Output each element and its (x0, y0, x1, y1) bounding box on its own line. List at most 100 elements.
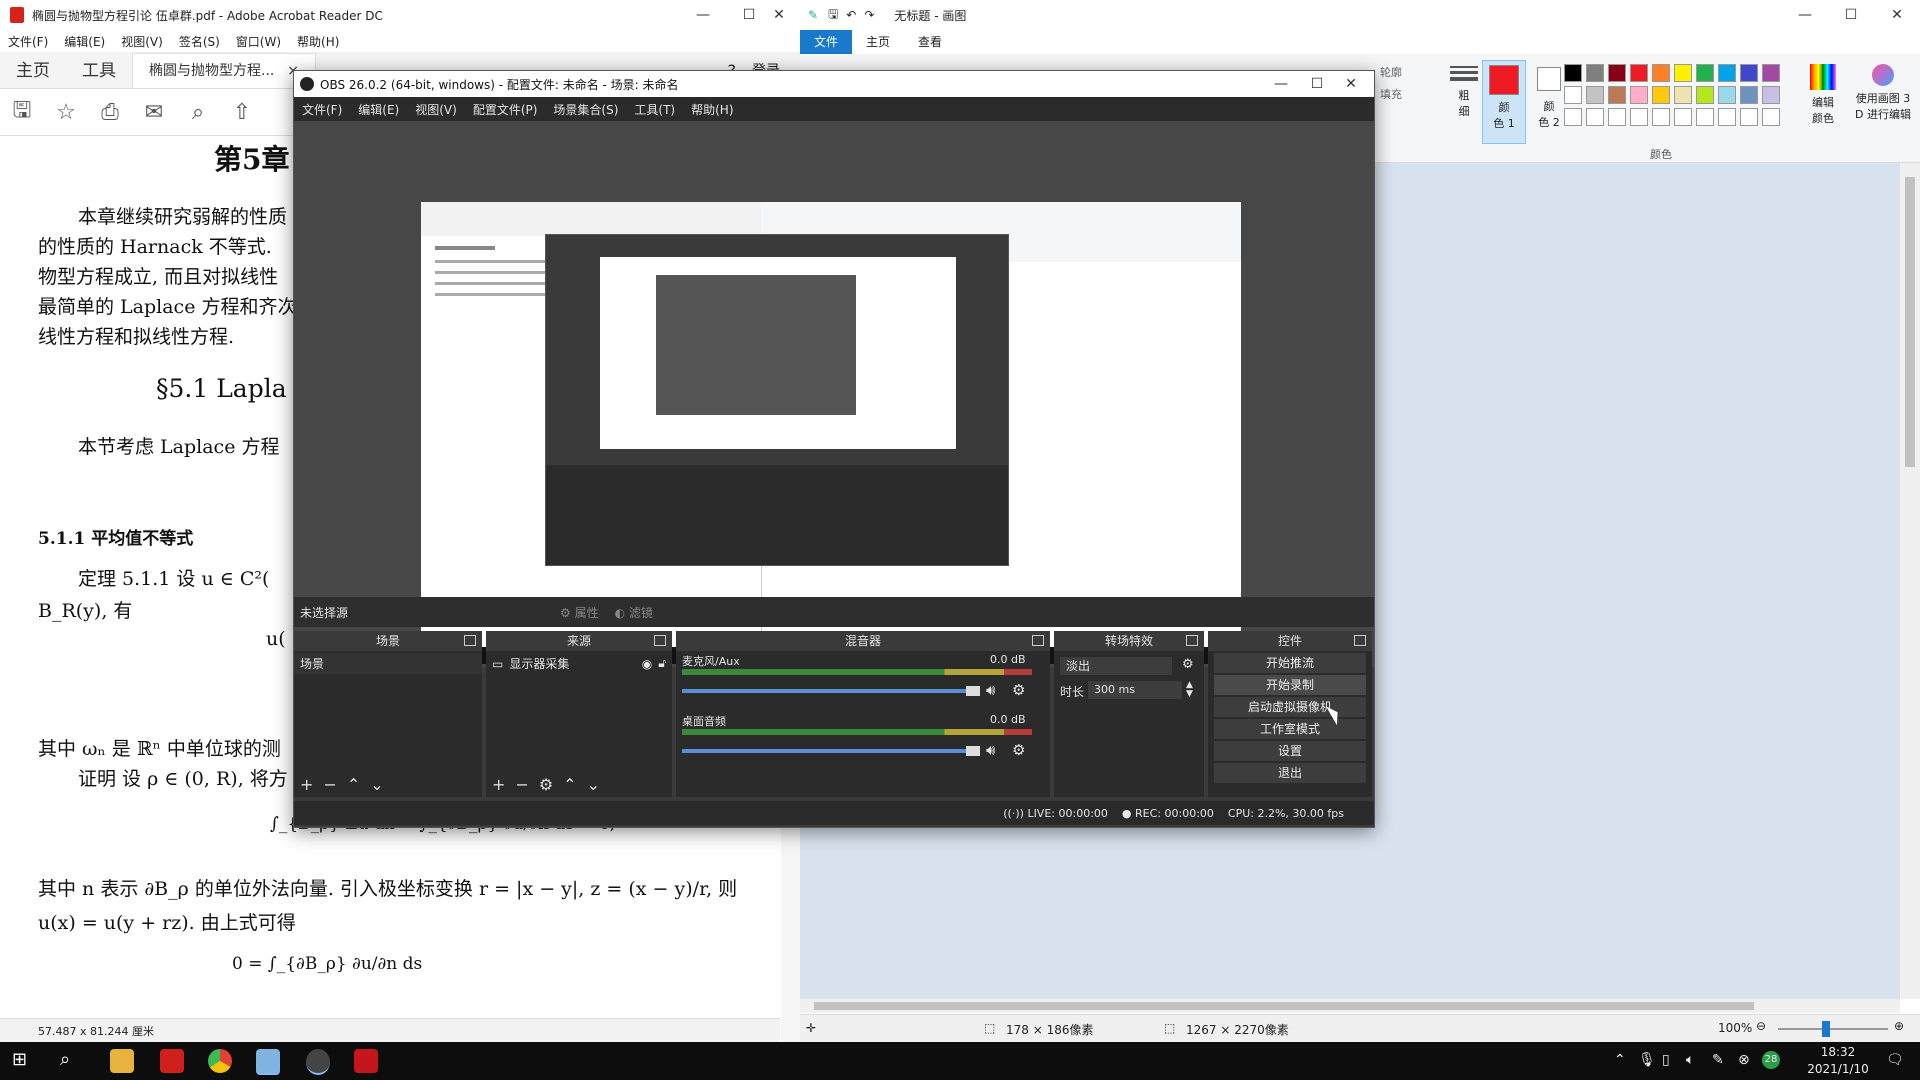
start-virtual-camera-button[interactable]: 启动虚拟摄像机 (1214, 697, 1366, 717)
undock-icon[interactable] (1032, 635, 1044, 646)
obs-close-button[interactable]: ✕ (1328, 71, 1374, 97)
notification-badge[interactable]: 28 (1762, 1051, 1780, 1069)
close-button[interactable]: ✕ (756, 0, 802, 30)
paint-tab-file[interactable]: 文件 (800, 30, 853, 54)
palette-custom-swatch[interactable] (1762, 108, 1780, 126)
paint-minimize-button[interactable]: — (1782, 0, 1828, 30)
palette-swatch[interactable] (1674, 86, 1692, 104)
undock-icon[interactable] (1186, 635, 1198, 646)
search-icon[interactable]: ⌕ (60, 1049, 84, 1073)
palette-swatch[interactable] (1652, 86, 1670, 104)
palette-swatch[interactable] (1718, 64, 1736, 82)
palette-swatch[interactable] (1586, 86, 1604, 104)
menu-edit[interactable]: 编辑(E) (56, 33, 113, 50)
zoom-slider[interactable] (1778, 1021, 1888, 1037)
palette-swatch[interactable] (1740, 64, 1758, 82)
menu-sign[interactable]: 签名(S) (171, 33, 228, 50)
gear-icon[interactable]: ⚙ (1012, 681, 1025, 699)
palette-swatch[interactable] (1630, 64, 1648, 82)
palette-custom-swatch[interactable] (1674, 108, 1692, 126)
palette-swatch[interactable] (1564, 64, 1582, 82)
chrome-icon[interactable] (208, 1049, 232, 1073)
action-center-icon[interactable]: 🗨︎ (1886, 1052, 1904, 1068)
gear-icon[interactable]: ⚙ (539, 775, 553, 794)
palette-swatch[interactable] (1564, 86, 1582, 104)
obs-menu-help[interactable]: 帮助(H) (683, 101, 741, 118)
zoom-slider-thumb[interactable] (1822, 1021, 1830, 1037)
obs-preview[interactable] (294, 121, 1374, 667)
tab-tools[interactable]: 工具 (66, 54, 132, 88)
paint-hscroll-thumb[interactable] (814, 1002, 1754, 1010)
paint-vertical-scrollbar[interactable] (1900, 163, 1920, 999)
clock-date[interactable]: 2021/1/10 (1800, 1062, 1876, 1076)
speaker-icon[interactable]: 🔊︎ (986, 741, 995, 759)
paint-horizontal-scrollbar[interactable] (800, 999, 1900, 1013)
obs-menu-profile[interactable]: 配置文件(P) (465, 101, 546, 118)
undock-icon[interactable] (464, 635, 476, 646)
paint-maximize-button[interactable]: ☐ (1828, 0, 1874, 30)
undock-icon[interactable] (654, 635, 666, 646)
obs-menu-edit[interactable]: 编辑(E) (350, 101, 407, 118)
menu-view[interactable]: 视图(V) (113, 33, 171, 50)
start-icon[interactable]: ⊞ (12, 1049, 36, 1073)
move-down-icon[interactable]: ⌄ (587, 775, 600, 794)
palette-swatch[interactable] (1740, 86, 1758, 104)
size-button[interactable]: 粗 细 (1446, 60, 1482, 136)
move-up-icon[interactable]: ⌃ (347, 775, 360, 794)
obs-icon[interactable] (306, 1049, 330, 1075)
undo-icon[interactable]: ↶ (846, 8, 856, 22)
volume-slider-thumb[interactable] (966, 746, 980, 756)
zoom-in-icon[interactable]: ⊕ (1894, 1019, 1904, 1033)
mail-icon[interactable]: ✉ (132, 100, 176, 125)
add-icon[interactable]: + (300, 775, 313, 794)
start-streaming-button[interactable]: 开始推流 (1214, 653, 1366, 673)
acrobat-icon[interactable] (354, 1049, 378, 1073)
menu-help[interactable]: 帮助(H) (289, 33, 347, 50)
battery-icon[interactable]: ▯ (1662, 1052, 1670, 1068)
palette-custom-swatch[interactable] (1652, 108, 1670, 126)
paint-tab-view[interactable]: 查看 (904, 30, 956, 54)
speaker-icon[interactable]: 🔊︎ (986, 681, 995, 699)
duration-spin-icon[interactable]: ▲ ▼ (1186, 681, 1193, 699)
palette-custom-swatch[interactable] (1586, 108, 1604, 126)
visibility-eye-icon[interactable]: ◉ (642, 657, 652, 671)
microphone-icon[interactable]: 🎙︎ (1638, 1052, 1656, 1068)
move-up-icon[interactable]: ⌃ (563, 775, 576, 794)
obs-menu-file[interactable]: 文件(F) (294, 101, 350, 118)
settings-button[interactable]: 设置 (1214, 741, 1366, 761)
network-icon[interactable]: ⊗ (1738, 1052, 1750, 1068)
gear-icon[interactable]: ⚙ (1012, 741, 1025, 759)
remove-icon[interactable]: − (323, 775, 336, 794)
obs-menu-view[interactable]: 视图(V) (407, 101, 465, 118)
paint-icon[interactable] (256, 1049, 280, 1075)
palette-swatch[interactable] (1696, 64, 1714, 82)
fill-button[interactable]: 填充 (1380, 86, 1402, 102)
palette-swatch[interactable] (1652, 64, 1670, 82)
palette-custom-swatch[interactable] (1718, 108, 1736, 126)
filters-button[interactable]: ◐ 滤镜 (615, 604, 653, 621)
lock-icon[interactable]: 🔓︎ (658, 656, 666, 671)
paint-vscroll-thumb[interactable] (1905, 177, 1915, 467)
zoom-search-icon[interactable]: ⌕ (176, 100, 220, 125)
studio-mode-button[interactable]: 工作室模式 (1214, 719, 1366, 739)
remove-icon[interactable]: − (515, 775, 528, 794)
outline-button[interactable]: 轮廓 (1380, 64, 1402, 80)
properties-button[interactable]: ⚙ 属性 (560, 604, 599, 621)
palette-swatch[interactable] (1762, 86, 1780, 104)
paint-close-button[interactable]: ✕ (1874, 0, 1920, 30)
menu-file[interactable]: 文件(F) (0, 33, 56, 50)
palette-swatch[interactable] (1630, 86, 1648, 104)
obs-menu-scene-collection[interactable]: 场景集合(S) (545, 101, 626, 118)
palette-swatch[interactable] (1608, 86, 1626, 104)
clock-time[interactable]: 18:32 (1808, 1045, 1868, 1059)
paint-tab-home[interactable]: 主页 (852, 30, 904, 54)
volume-slider[interactable] (682, 749, 972, 753)
palette-swatch[interactable] (1696, 86, 1714, 104)
quick-save-icon[interactable]: 🖫 (828, 5, 838, 26)
start-recording-button[interactable]: 开始录制 (1214, 675, 1366, 695)
redo-icon[interactable]: ↷ (864, 8, 874, 22)
tab-home[interactable]: 主页 (0, 54, 66, 88)
menu-window[interactable]: 窗口(W) (228, 33, 289, 50)
minimize-button[interactable]: — (680, 0, 726, 30)
paint3d-button[interactable]: 使用画图 3 D 进行编辑 (1846, 60, 1920, 142)
